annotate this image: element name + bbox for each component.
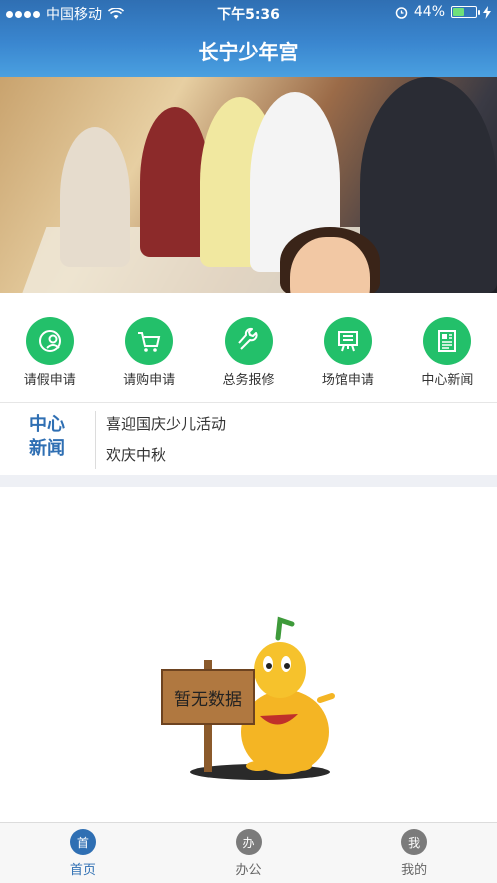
app-header: 中国移动 下午5:36 44% 长宁少年宫 [0, 0, 497, 794]
news-tag: 中心 新闻 [14, 413, 80, 461]
banner-person [360, 77, 497, 293]
banner-person [60, 127, 130, 267]
menu-item-venue-request[interactable]: 场馆申请 [298, 293, 397, 402]
menu-label: 场馆申请 [321, 373, 374, 388]
news-tag-line2: 新闻 [29, 438, 65, 459]
menu-label: 请假申请 [23, 373, 76, 388]
menu-item-center-news[interactable]: 中心新闻 [398, 293, 497, 402]
tab-mine[interactable]: 我 我的 [331, 823, 497, 883]
quick-menu: 请假申请 请购申请 总务报修 场馆申请 中心新闻 [0, 293, 497, 402]
news-item[interactable]: 欢庆中秋 [106, 444, 166, 465]
menu-item-purchase-request[interactable]: 请购申请 [99, 293, 198, 402]
newspaper-icon [423, 317, 472, 365]
tab-office[interactable]: 办 办公 [166, 823, 332, 883]
menu-item-general-repair[interactable]: 总务报修 [199, 293, 298, 402]
leave-request-icon [25, 317, 74, 365]
empty-state-text: 暂无数据 [174, 690, 242, 710]
news-tag-line1: 中心 [29, 414, 65, 435]
tab-label: 我的 [401, 863, 428, 878]
battery-percent: 44% [413, 4, 445, 20]
menu-label: 中心新闻 [421, 373, 474, 388]
empty-state: 暂无数据 [160, 610, 340, 790]
bottom-tab-bar: 首 首页 办 办公 我 我的 [0, 822, 497, 883]
menu-label: 总务报修 [222, 373, 275, 388]
battery-icon [451, 6, 480, 18]
gourd-mascot-illustration: 暂无数据 [161, 616, 335, 780]
news-item[interactable]: 喜迎国庆少儿活动 [106, 413, 226, 434]
charging-icon [483, 5, 491, 19]
venue-icon [323, 317, 372, 365]
menu-item-leave-request[interactable]: 请假申请 [0, 293, 99, 402]
news-separator [95, 411, 96, 469]
tab-label: 办公 [235, 863, 262, 878]
mine-tab-icon: 我 [401, 829, 428, 855]
wrench-icon [224, 317, 273, 365]
status-bar: 中国移动 下午5:36 44% [0, 0, 497, 794]
menu-label: 请购申请 [123, 373, 176, 388]
tab-label: 首页 [69, 863, 96, 878]
section-gap [0, 475, 497, 487]
page-title: 长宁少年宫 [198, 40, 299, 64]
status-right: 44% [395, 4, 491, 20]
tab-home[interactable]: 首 首页 [0, 823, 166, 883]
cart-icon [125, 317, 174, 365]
home-tab-icon: 首 [69, 829, 96, 855]
news-ticker: 中心 新闻 喜迎国庆少儿活动 欢庆中秋 [0, 403, 497, 475]
office-tab-icon: 办 [235, 829, 262, 855]
alarm-icon [395, 6, 408, 19]
banner-carousel[interactable] [0, 77, 497, 293]
